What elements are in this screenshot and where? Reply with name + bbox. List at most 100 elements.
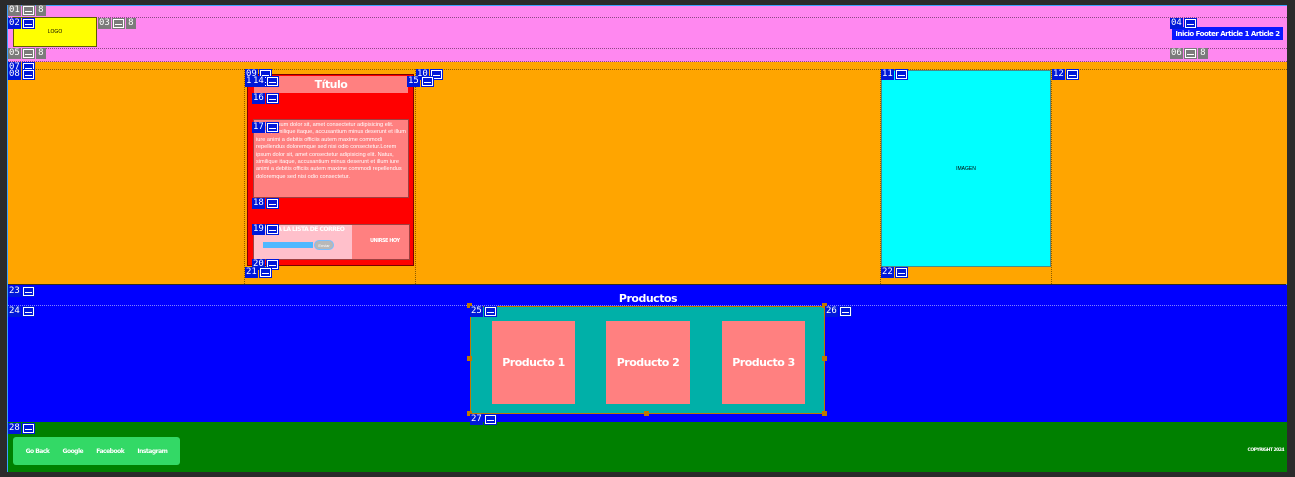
guide-tag-number: 22 — [881, 267, 894, 278]
envelope-icon[interactable] — [258, 267, 272, 278]
guide-tag-number: 15 — [407, 76, 420, 87]
join-label[interactable]: UNIRSE HOY — [370, 238, 410, 246]
envelope-icon[interactable] — [483, 306, 497, 317]
footer-link-facebook[interactable]: Facebook — [96, 448, 124, 455]
guide-tag-number: 26 — [825, 306, 838, 317]
guide-tag-number: 04 — [1170, 18, 1183, 29]
guide-tag[interactable]: 24 — [8, 306, 35, 317]
envelope-icon[interactable] — [265, 198, 279, 209]
footer-nav: Go Back Google Facebook Instagram — [13, 437, 180, 465]
guide-tag-number: 24 — [8, 306, 21, 317]
envelope-icon[interactable] — [21, 423, 35, 434]
selection-handle[interactable] — [467, 356, 472, 361]
guide-tag-number: 01 — [8, 5, 21, 16]
guide-tag[interactable]: 17 — [252, 122, 279, 133]
guide-tag-number: 21 — [245, 267, 258, 278]
envelope-icon[interactable] — [21, 69, 35, 80]
product-card-1[interactable]: Producto 1 — [492, 321, 575, 404]
guide-tag-suffix: 8 — [35, 48, 46, 59]
envelope-icon[interactable] — [265, 224, 279, 235]
footer-section — [8, 422, 1287, 472]
envelope-icon[interactable] — [265, 122, 279, 133]
product-card-3[interactable]: Producto 3 — [722, 321, 805, 404]
guide-tag[interactable]: 23 — [8, 286, 35, 297]
logo-text: LOGO — [47, 29, 63, 35]
product-card-2[interactable]: Producto 2 — [606, 321, 690, 404]
guide-tag-number: 05 — [8, 48, 21, 59]
products-title: Productos — [618, 292, 678, 305]
selection-handle[interactable] — [644, 411, 649, 416]
guide-tag-number: 27 — [470, 414, 483, 425]
guide-tag[interactable]: 02 — [8, 18, 35, 29]
envelope-icon[interactable] — [21, 18, 35, 29]
guide-tag-number: 17 — [252, 122, 265, 133]
guide-tag-number: 23 — [8, 286, 21, 297]
footer-link-google[interactable]: Google — [63, 448, 84, 455]
envelope-icon[interactable] — [420, 76, 434, 87]
guide-tag-suffix: 8 — [125, 18, 136, 29]
envelope-icon[interactable] — [21, 5, 35, 16]
guide-tag[interactable]: 25 — [470, 306, 497, 317]
guide-tag[interactable]: 12 — [1052, 69, 1079, 80]
send-button[interactable]: Enviar — [314, 240, 334, 250]
guide-tag-number: 28 — [8, 423, 21, 434]
guide-tag-number: 02 — [8, 18, 21, 29]
image-placeholder-label: IMAGEN — [956, 165, 976, 172]
guide-tag[interactable]: 01 8 — [8, 5, 46, 16]
guide-tag[interactable]: 28 — [8, 423, 35, 434]
guide-tag-number: 11 — [881, 69, 894, 80]
guide-tag[interactable]: 19 — [252, 224, 279, 235]
envelope-icon[interactable] — [265, 93, 279, 104]
guide-tag[interactable]: 06 8 — [1170, 48, 1208, 59]
product-card-3-label: Producto 3 — [732, 356, 795, 369]
card-title-text: Título — [314, 78, 348, 91]
guide-tag[interactable]: 18 — [252, 198, 279, 209]
selection-handle[interactable] — [822, 411, 827, 416]
email-input[interactable] — [263, 242, 313, 248]
envelope-icon[interactable] — [21, 286, 35, 297]
guide-tag[interactable]: 14 — [252, 76, 279, 87]
product-card-2-label: Producto 2 — [616, 356, 680, 369]
envelope-icon[interactable] — [483, 414, 497, 425]
envelope-icon[interactable] — [1183, 48, 1197, 59]
send-button-label: Enviar — [318, 242, 330, 248]
guide-tag[interactable]: 27 — [470, 414, 497, 425]
guide-tag-suffix: 8 — [35, 5, 46, 16]
header-nav-links[interactable]: Inicio Footer Article 1 Article 2 — [1175, 30, 1280, 38]
selection-handle[interactable] — [822, 356, 827, 361]
product-card-1-label: Producto 1 — [502, 356, 565, 369]
footer-link-go-back[interactable]: Go Back — [26, 448, 50, 455]
copyright-text: COPYRIGHT 2024 — [1247, 448, 1285, 453]
envelope-icon[interactable] — [111, 18, 125, 29]
guide-tag-number: 19 — [252, 224, 265, 235]
guide-tag[interactable]: 03 8 — [98, 18, 136, 29]
guide-tag-suffix: 8 — [1197, 48, 1208, 59]
guide-tag-number: 14 — [252, 76, 265, 87]
envelope-icon[interactable] — [838, 306, 852, 317]
envelope-icon[interactable] — [21, 48, 35, 59]
guide-tag[interactable]: 11 — [881, 69, 908, 80]
guide-tag-number: 16 — [252, 93, 265, 104]
envelope-icon[interactable] — [1065, 69, 1079, 80]
envelope-icon[interactable] — [894, 69, 908, 80]
guide-tag[interactable]: 15 — [407, 76, 434, 87]
footer-link-instagram[interactable]: Instagram — [137, 448, 168, 455]
guide-tag[interactable]: 04 — [1170, 18, 1197, 29]
guide-tag[interactable]: 22 — [881, 267, 908, 278]
guide-tag[interactable]: 08 — [8, 69, 35, 80]
guide-tag-number: 03 — [98, 18, 111, 29]
guide-tag[interactable]: 21 — [245, 267, 272, 278]
envelope-icon[interactable] — [265, 76, 279, 87]
envelope-icon[interactable] — [894, 267, 908, 278]
guide-tag-number: 18 — [252, 198, 265, 209]
envelope-icon[interactable] — [21, 306, 35, 317]
guide-tag[interactable]: 26 — [825, 306, 852, 317]
envelope-icon[interactable] — [1183, 18, 1197, 29]
guide-tag[interactable]: 05 8 — [8, 48, 46, 59]
header-section — [8, 6, 1287, 62]
main-section — [8, 62, 1287, 284]
image-placeholder: IMAGEN — [881, 70, 1051, 267]
guide-tag[interactable]: 16 — [252, 93, 279, 104]
guide-tag-number: 12 — [1052, 69, 1065, 80]
guide-tag-number: 06 — [1170, 48, 1183, 59]
